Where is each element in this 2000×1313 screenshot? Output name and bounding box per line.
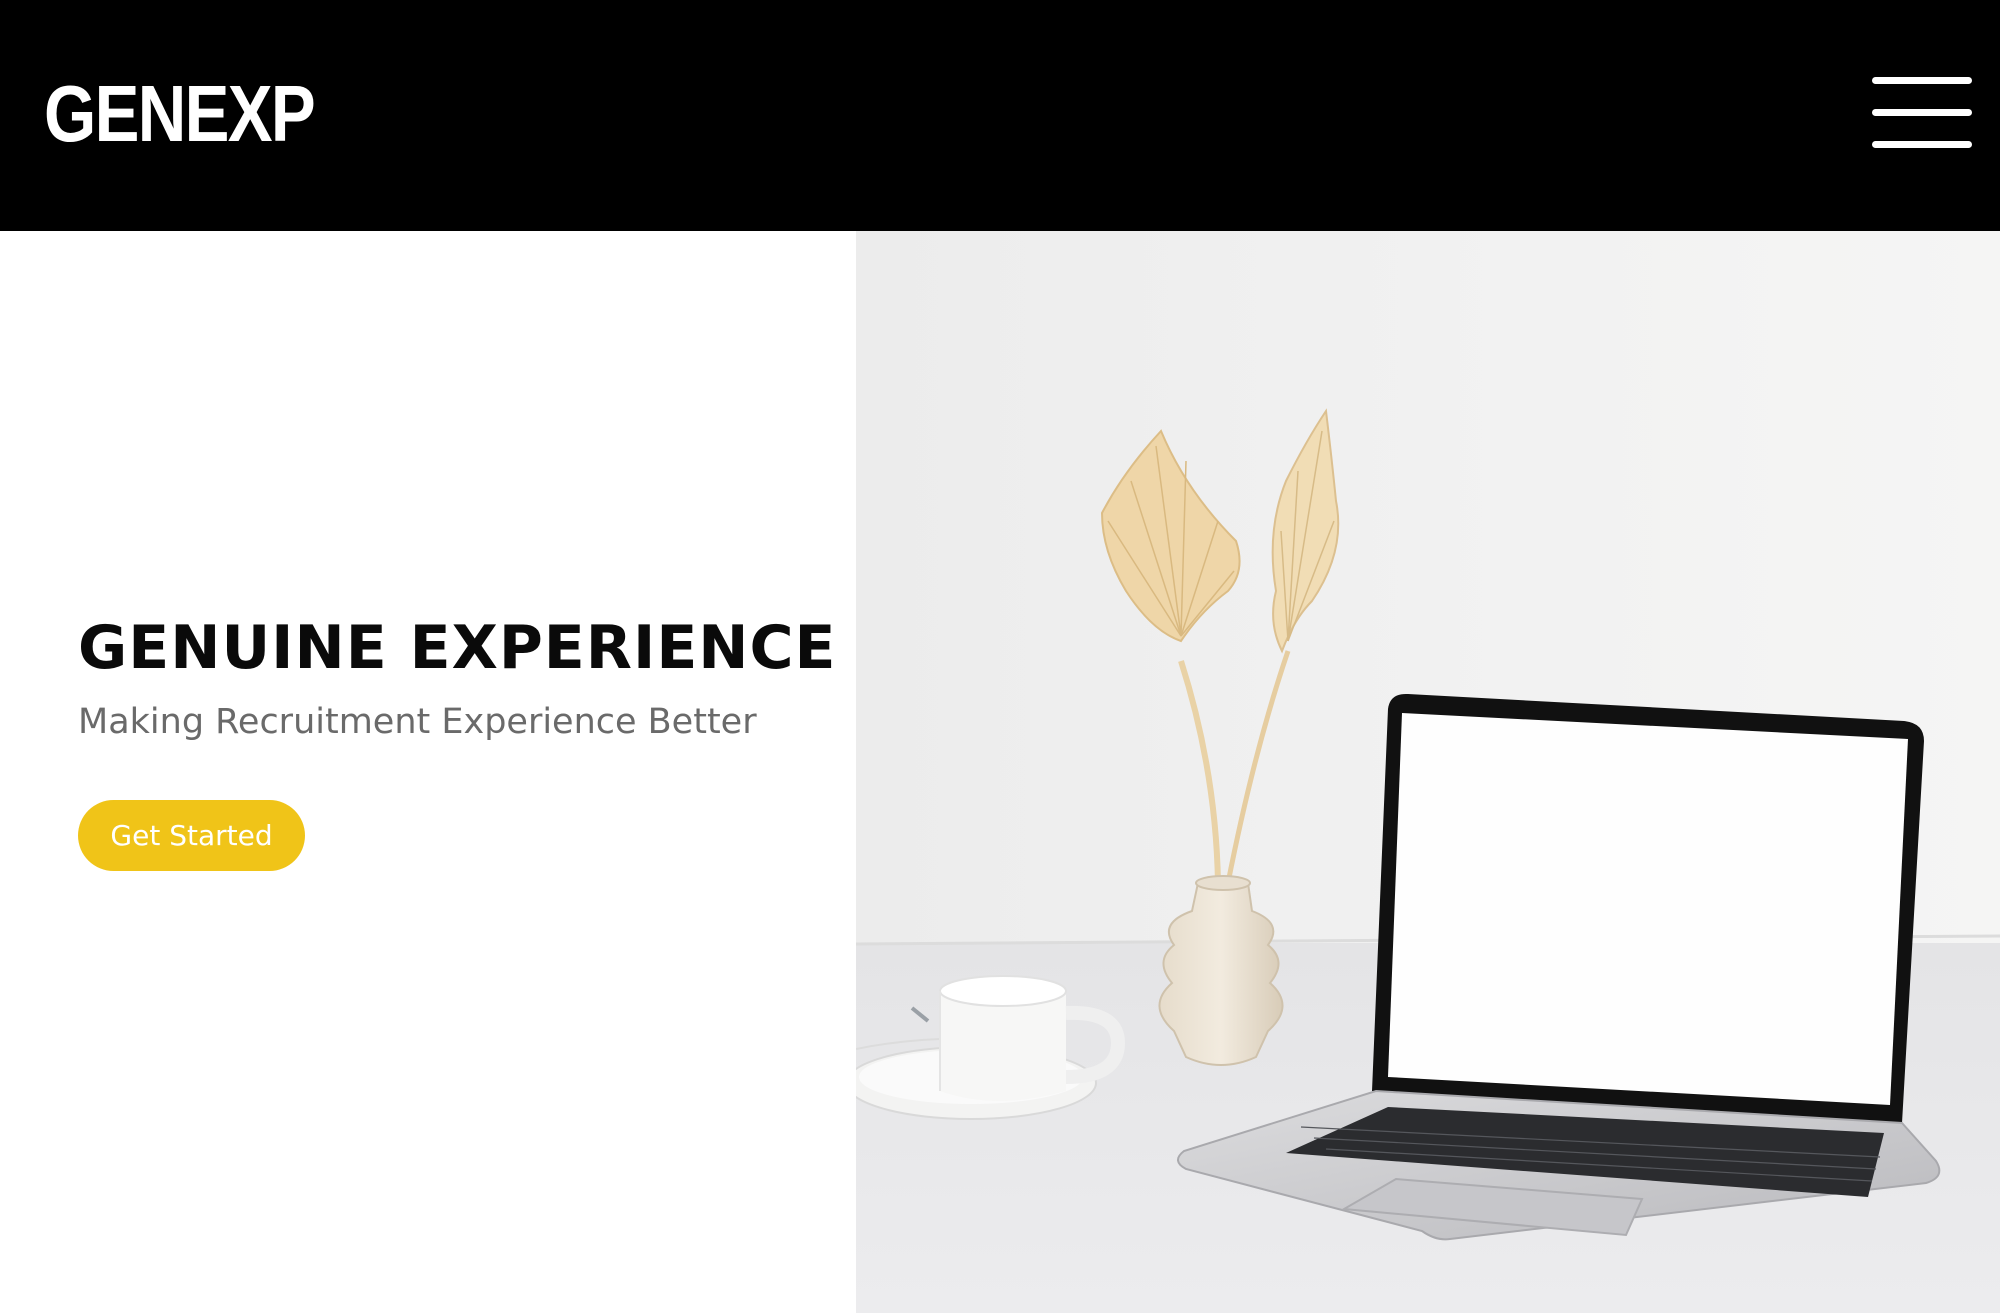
get-started-button[interactable]: Get Started [78, 800, 305, 871]
hero-text-panel [0, 231, 856, 1313]
menu-icon-line [1872, 141, 1972, 148]
hamburger-menu-icon [1872, 77, 1972, 84]
site-header: GENEXP [0, 0, 2000, 231]
menu-icon-line [1872, 109, 1972, 116]
brand-logo[interactable]: GENEXP [44, 64, 316, 164]
workspace-photo [856, 231, 2000, 1313]
hero-subtitle: Making Recruitment Experience Better [78, 702, 757, 742]
hero-title: GENUINE EXPERIENCE [78, 613, 837, 683]
hamburger-menu-button[interactable] [1870, 72, 1975, 154]
hero-image [856, 231, 2000, 1313]
